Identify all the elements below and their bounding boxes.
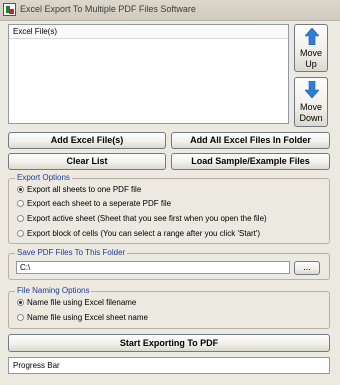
arrow-down-icon xyxy=(305,81,319,98)
browse-folder-label: ... xyxy=(303,262,311,272)
export-option-label-3: Export block of cells (You can select a … xyxy=(27,229,261,238)
move-down-label-2: Down xyxy=(299,113,323,123)
window-title: Excel Export To Multiple PDF Files Softw… xyxy=(20,4,196,14)
title-bar: Excel Export To Multiple PDF Files Softw… xyxy=(0,0,340,21)
move-up-label-2: Up xyxy=(305,59,317,69)
radio-button[interactable] xyxy=(17,230,24,237)
clear-list-label: Clear List xyxy=(66,156,108,166)
progress-bar: Progress Bar xyxy=(8,357,330,374)
file-naming-label: File Naming Options xyxy=(15,286,92,295)
excel-file-list[interactable]: Excel File(s) xyxy=(8,24,289,124)
add-all-in-folder-button[interactable]: Add All Excel Files In Folder xyxy=(171,132,330,149)
add-excel-files-label: Add Excel File(s) xyxy=(50,135,124,145)
file-list-header-label: Excel File(s) xyxy=(13,27,58,36)
export-options-label: Export Options xyxy=(15,173,72,182)
add-excel-files-button[interactable]: Add Excel File(s) xyxy=(8,132,166,149)
file-naming-group: File Naming Options xyxy=(8,286,330,329)
radio-button[interactable] xyxy=(17,215,24,222)
radio-button[interactable] xyxy=(17,200,24,207)
save-folder-label: Save PDF Files To This Folder xyxy=(15,248,128,257)
add-all-in-folder-label: Add All Excel Files In Folder xyxy=(190,135,311,145)
main-window: Excel Export To Multiple PDF Files Softw… xyxy=(0,0,340,385)
move-down-label-1: Move xyxy=(299,102,322,112)
radio-button[interactable] xyxy=(17,186,24,193)
clear-list-button[interactable]: Clear List xyxy=(8,153,166,170)
load-sample-files-label: Load Sample/Example Files xyxy=(191,156,310,166)
move-up-label-1: Move xyxy=(299,48,322,58)
radio-button[interactable] xyxy=(17,299,24,306)
start-exporting-label: Start Exporting To PDF xyxy=(119,338,219,348)
start-exporting-button[interactable]: Start Exporting To PDF xyxy=(8,334,330,352)
browse-folder-button[interactable]: ... xyxy=(294,261,320,275)
export-option-label-1: Export each sheet to a seperate PDF file xyxy=(27,199,172,208)
move-up-button[interactable]: Move Up xyxy=(294,24,328,72)
export-option-label-2: Export active sheet (Sheet that you see … xyxy=(27,214,267,223)
load-sample-files-button[interactable]: Load Sample/Example Files xyxy=(171,153,330,170)
arrow-up-icon xyxy=(305,28,319,45)
progress-bar-text: Progress Bar xyxy=(13,361,60,370)
app-excel-pdf-icon xyxy=(3,3,16,16)
file-naming-option-label-0: Name file using Excel filename xyxy=(27,298,137,307)
move-down-button[interactable]: Move Down xyxy=(294,77,328,127)
file-naming-option-label-1: Name file using Excel sheet name xyxy=(27,313,148,322)
file-list-header[interactable]: Excel File(s) xyxy=(9,25,288,39)
export-option-label-0: Export all sheets to one PDF file xyxy=(27,185,142,194)
save-folder-path-input[interactable] xyxy=(16,261,290,274)
radio-button[interactable] xyxy=(17,314,24,321)
